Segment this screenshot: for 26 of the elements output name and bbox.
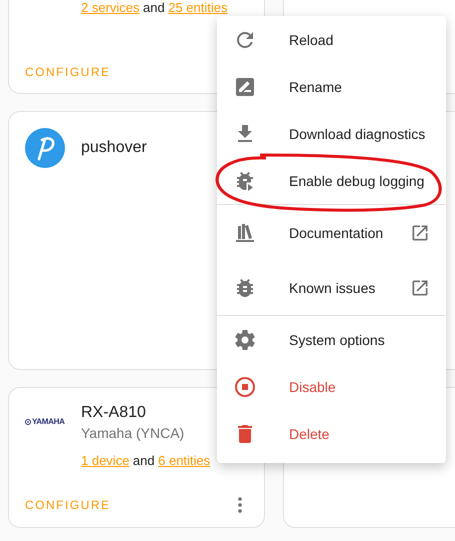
menu-item[interactable]: Known issues bbox=[217, 260, 446, 316]
integration-subtitle: Yamaha (YNCA) bbox=[81, 425, 184, 441]
integration-title: pushover bbox=[81, 139, 147, 157]
menu-item[interactable]: Download diagnostics bbox=[217, 110, 446, 157]
menu-item[interactable]: Documentation bbox=[217, 205, 446, 260]
menu-item[interactable]: System options bbox=[217, 316, 446, 363]
configure-button[interactable]: CONFIGURE bbox=[25, 498, 110, 512]
external-link-icon bbox=[410, 278, 430, 298]
configure-button[interactable]: CONFIGURE bbox=[25, 65, 110, 79]
p-logo-icon bbox=[25, 128, 65, 168]
conjunction-text: and bbox=[143, 0, 165, 15]
menu-item[interactable]: Rename bbox=[217, 63, 446, 110]
integration-title: RX-A810 bbox=[81, 404, 147, 422]
conjunction-text: and bbox=[132, 453, 155, 468]
more-menu-icon[interactable] bbox=[238, 497, 242, 513]
entity-link[interactable]: 2 services bbox=[81, 0, 140, 15]
entity-link[interactable]: 25 entities bbox=[168, 0, 228, 15]
entity-link[interactable]: 6 entities bbox=[158, 453, 210, 468]
entity-link[interactable]: 1 device bbox=[81, 453, 130, 468]
menu-item[interactable]: Delete bbox=[217, 410, 446, 457]
menu-item[interactable]: Disable bbox=[217, 363, 446, 410]
external-link-icon bbox=[410, 222, 430, 242]
menu-item[interactable]: Enable debug logging bbox=[217, 157, 446, 205]
menu-item[interactable]: Reload bbox=[217, 16, 446, 63]
settings-icon bbox=[233, 328, 257, 352]
brand-logo: YAMAHA bbox=[25, 417, 65, 426]
